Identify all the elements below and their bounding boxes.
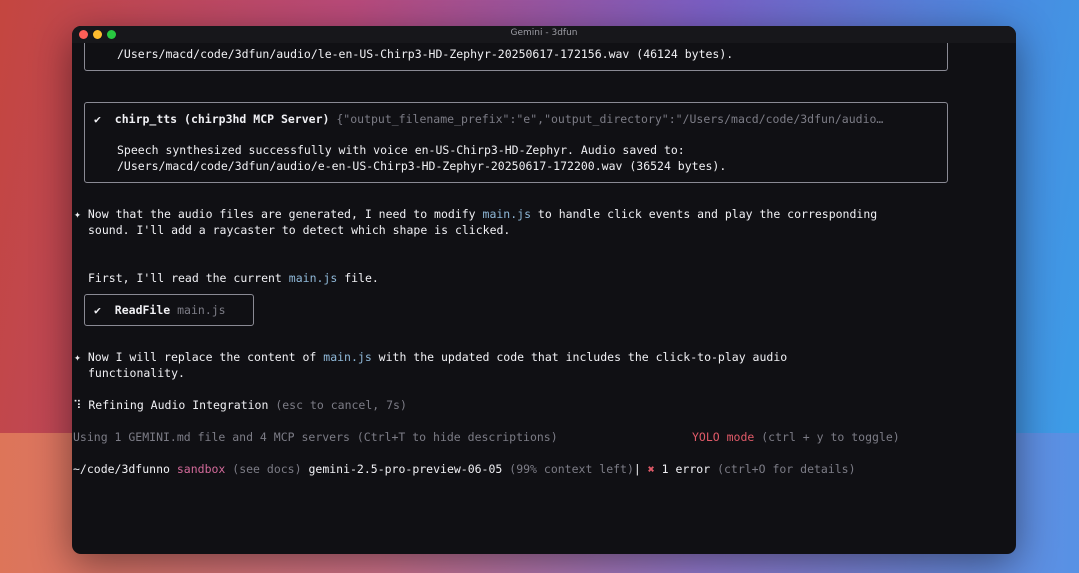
terminal-window[interactable]: /Users/macd/code/3dfun/audio/le-en-US-Ch… (72, 26, 1016, 554)
tool-args: {"output_filename_prefix":"e","output_di… (336, 112, 884, 126)
assistant-message: ✦ Now I will replace the content of main… (74, 350, 787, 364)
assistant-message: ✦ Now that the audio files are generated… (74, 207, 877, 221)
message-text: sound. I'll add a raycaster to detect wh… (88, 223, 511, 237)
message-text: to handle click events and play the corr… (531, 207, 878, 221)
yolo-hint: (ctrl + y to toggle) (761, 430, 900, 444)
error-hint: (ctrl+O for details) (717, 462, 856, 476)
tool-name: chirp_tts (chirp3hd MCP Server) (114, 112, 330, 126)
check-icon: ✔ (94, 303, 101, 317)
window-title: Gemini - 3dfun (510, 28, 578, 38)
status-spinner: ⠹ Refining Audio Integration (esc to can… (73, 398, 407, 412)
tool-result-line-2: /Users/macd/code/3dfun/audio/e-en-US-Chi… (117, 159, 727, 173)
separator: | (633, 462, 641, 476)
readfile-header: ✔ ReadFile main.js (94, 303, 226, 317)
terminal-content[interactable]: /Users/macd/code/3dfun/audio/le-en-US-Ch… (72, 26, 1016, 554)
tool-output-text: /Users/macd/code/3dfun/audio/le-en-US-Ch… (117, 47, 734, 61)
tool-name: ReadFile (114, 303, 171, 317)
message-text: Now I will replace the content of (87, 350, 324, 364)
tool-call-header: ✔ chirp_tts (chirp3hd MCP Server) {"outp… (94, 112, 883, 126)
assistant-message: First, I'll read the current main.js fil… (88, 271, 379, 285)
file-name: main.js (288, 271, 338, 285)
spinner-icon: ⠹ (73, 398, 82, 412)
title-bar[interactable]: Gemini - 3dfun (72, 26, 1016, 43)
tool-args: main.js (177, 303, 226, 317)
message-text: file. (337, 271, 379, 285)
yolo-indicator: YOLO mode (ctrl + y to toggle) (692, 430, 900, 444)
file-name: main.js (323, 350, 372, 364)
sandbox-hint: (see docs) (232, 462, 302, 476)
error-count: 1 error (661, 462, 711, 476)
tool-result-line-1: Speech synthesized successfully with voi… (117, 143, 685, 157)
spinner-hint: (esc to cancel, 7s) (275, 398, 407, 412)
status-footer: ~/code/3dfunno sandbox (see docs) gemini… (73, 462, 856, 476)
context-summary: Using 1 GEMINI.md file and 4 MCP servers… (73, 430, 558, 444)
file-name: main.js (482, 207, 531, 221)
context-left: (99% context left) (509, 462, 634, 476)
sparkle-icon: ✦ (74, 350, 81, 364)
message-text: First, I'll read the current (88, 271, 289, 285)
error-icon: ✖ (647, 462, 655, 476)
message-text: with the updated code that includes the … (371, 350, 788, 364)
model-name: gemini-2.5-pro-preview-06-05 (308, 462, 503, 476)
cwd-path: ~/code/3dfunno (73, 462, 170, 476)
spinner-label: Refining Audio Integration (88, 398, 269, 412)
sandbox-label: sandbox (176, 462, 226, 476)
message-text: Now that the audio files are generated, … (87, 207, 483, 221)
yolo-mode-label: YOLO mode (692, 430, 755, 444)
message-text: functionality. (88, 366, 185, 380)
check-icon: ✔ (94, 112, 101, 126)
sparkle-icon: ✦ (74, 207, 81, 221)
